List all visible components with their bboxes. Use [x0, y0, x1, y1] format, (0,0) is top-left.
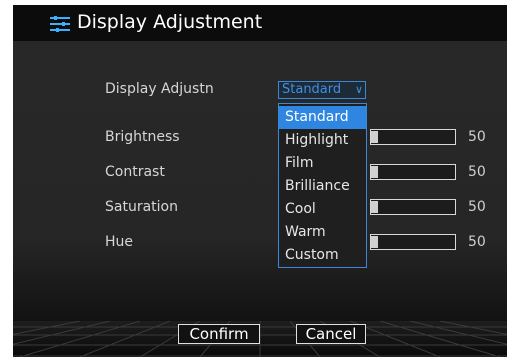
hue-slider[interactable]: [370, 234, 456, 250]
contrast-label: Contrast: [105, 164, 165, 180]
slider-handle[interactable]: [371, 201, 378, 213]
display-mode-value: Standard: [282, 82, 342, 97]
grid-floor-decoration: [13, 321, 507, 357]
display-mode-label: Display Adjustn: [105, 81, 214, 97]
contrast-value: 50: [468, 164, 486, 180]
saturation-slider[interactable]: [370, 199, 456, 215]
cancel-button[interactable]: Cancel: [296, 324, 366, 344]
slider-handle[interactable]: [371, 166, 378, 178]
saturation-value: 50: [468, 199, 486, 215]
dropdown-option-brilliance[interactable]: Brilliance: [279, 175, 366, 198]
slider-handle[interactable]: [371, 131, 378, 143]
brightness-value: 50: [468, 129, 486, 145]
display-adjustment-dialog: Display Adjustment Display Adjustn Stand…: [13, 5, 507, 357]
dropdown-option-cool[interactable]: Cool: [279, 198, 366, 221]
settings-panel: [13, 41, 507, 321]
dropdown-option-warm[interactable]: Warm: [279, 221, 366, 244]
brightness-label: Brightness: [105, 129, 180, 145]
slider-handle[interactable]: [371, 236, 378, 248]
confirm-button[interactable]: Confirm: [178, 324, 260, 344]
saturation-label: Saturation: [105, 199, 178, 215]
sliders-menu-icon: [50, 16, 70, 32]
dropdown-option-film[interactable]: Film: [279, 152, 366, 175]
dropdown-option-custom[interactable]: Custom: [279, 244, 366, 267]
brightness-slider[interactable]: [370, 129, 456, 145]
dropdown-option-highlight[interactable]: Highlight: [279, 129, 366, 152]
dropdown-option-standard[interactable]: Standard: [279, 106, 366, 129]
dialog-title: Display Adjustment: [77, 11, 263, 33]
title-bar: Display Adjustment: [13, 5, 507, 41]
chevron-down-icon: ∨: [354, 83, 363, 96]
display-mode-dropdown: Standard Highlight Film Brilliance Cool …: [278, 103, 367, 268]
display-mode-select[interactable]: Standard ∨: [278, 81, 366, 99]
hue-value: 50: [468, 234, 486, 250]
hue-label: Hue: [105, 234, 134, 250]
footer-bar: [13, 321, 507, 357]
contrast-slider[interactable]: [370, 164, 456, 180]
